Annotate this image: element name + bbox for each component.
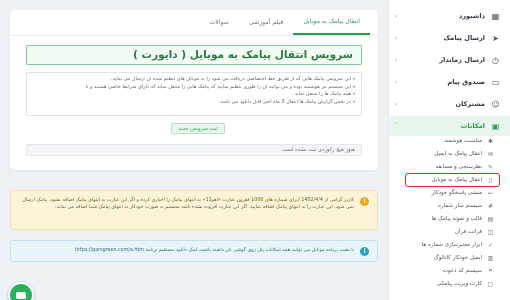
chat-button[interactable] [8,282,34,300]
chevron-left-icon: ‹ [395,78,398,86]
clock-icon: ◷ [492,55,499,65]
submenu-item-label: ابزار معتبرسازی شماره ها [421,242,482,248]
dashboard-icon: ▦ [491,11,500,21]
reply-icon: ↩ [487,189,494,197]
chevron-down-icon: ˇ [395,122,398,130]
warning-alert-text: کاربر گرامی از 1402/4/4 (برای شماره های … [22,198,354,211]
description-line: این سرویس پیامک هایی که از طریق خط اختصا… [33,76,355,84]
template-icon: ▤ [487,215,494,223]
asterisk-icon: ✱ [487,137,494,145]
tab-bar: انتقال پیامک به موبایل فیلم آموزشی سوالا… [10,10,378,36]
submenu-item-poll-contest[interactable]: ✎ نظرسنجی و مسابقه [389,161,510,173]
catalog-icon: ▥ [487,254,494,262]
sidebar-item-features[interactable]: ▣ امکانات ˇ [389,116,510,136]
sidebar-item-label: داشبورد [458,12,485,20]
submenu-item-templates[interactable]: ▤ قالب و نمونه پیامک ها [389,213,510,225]
description-line: این سیستم نیز هوشمند بوده و می توانید آن… [33,84,355,92]
submenu-item-label: انتقال پیامک به ایمیل [434,151,482,157]
sidebar: ▦ داشبورد ‹ ➤ ارسال پیامک ‹ ◷ ارسال زمان… [388,0,510,300]
inbox-icon: ▭ [491,77,500,87]
submenu-item-label: نظرسنجی و مسابقه [435,164,482,170]
sidebar-item-dashboard[interactable]: ▦ داشبورد ‹ [389,6,510,26]
submenu-item-label: کارت ویزیت پیامکی [436,281,482,287]
submenu-item-sms-business-card[interactable]: ▢ کارت ویزیت پیامکی [389,278,510,290]
sidebar-item-label: مشترکان [455,100,485,108]
card-icon: ▢ [487,280,494,288]
submenu-item-sms-to-mobile[interactable]: ▯ انتقال پیامک به موبایل [389,173,510,187]
submenu-item-smart-occasion[interactable]: ✱ مناسبت هوشمند [389,135,510,147]
features-icon: ▣ [491,121,500,131]
envelope-icon: ✉ [487,150,494,158]
submenu-item-label: سیستم کد دعوت [442,268,482,274]
hash-icon: # [487,202,494,210]
submenu-item-number-builder[interactable]: # سیستم ساز شماره [389,200,510,212]
empty-state-message: هنوز هیچ رکوردی ثبت نشده است. [26,144,362,156]
users-icon: ☺ [491,99,500,109]
description-line: در بخش گزارش پیامک ها انتقال 3 ماه اخیر … [33,99,355,107]
code-icon: ⌗ [488,267,493,274]
submenu-item-label: سیستم ساز شماره [438,203,482,209]
warning-icon: ! [360,197,369,206]
sidebar-item-label: ارسال زماندار [439,56,485,64]
tab-sms-to-mobile[interactable]: انتقال پیامک به موبایل [293,10,370,35]
chat-icon [16,291,26,299]
chevron-left-icon: ‹ [395,12,398,20]
warning-alert: ! کاربر گرامی از 1402/4/4 (برای شماره ها… [10,190,378,230]
sidebar-item-label: امکانات [460,122,485,130]
check-icon: ✓ [487,241,494,249]
tab-faq[interactable]: سوالات [199,10,238,35]
info-alert-text: با نصب برنامه موبایل می توانید همه امکان… [75,248,354,254]
chevron-left-icon: ‹ [395,56,398,64]
submenu-item-invite-code[interactable]: ⌗ سیستم کد دعوت [389,265,510,277]
chevron-left-icon: ‹ [395,100,398,108]
chevron-left-icon: ‹ [395,34,398,42]
submenu-item-label: مناسبت هوشمند [444,138,482,144]
send-icon: ➤ [492,33,499,43]
info-alert: i با نصب برنامه موبایل می توانید همه امک… [10,240,378,262]
submenu-item-quran[interactable]: ◫ قرائت قرآن [389,226,510,238]
submenu-item-label: منشی پاسخگو خودکار [431,190,482,196]
description-box: این سرویس پیامک هایی که از طریق خط اختصا… [26,72,362,116]
highlight-frame [405,173,500,187]
submenu-item-auto-catalog-email[interactable]: ▥ ایمیل خودکار کاتالوگ [389,252,510,264]
sidebar-item-subscribers[interactable]: ☺ مشترکان ‹ [389,94,510,114]
submenu-item-auto-responder[interactable]: ↩ منشی پاسخگو خودکار [389,187,510,199]
main-panel: انتقال پیامک به موبایل فیلم آموزشی سوالا… [10,10,378,170]
book-icon: ◫ [487,228,494,236]
sidebar-item-scheduled-send[interactable]: ◷ ارسال زماندار ‹ [389,50,510,70]
submenu-item-label: ایمیل خودکار کاتالوگ [433,255,482,261]
info-icon: i [360,246,369,256]
pencil-icon: ✎ [487,163,494,171]
submenu-item-number-validation[interactable]: ✓ ابزار معتبرسازی شماره ها [389,239,510,251]
sidebar-item-label: صندوق پیام [447,78,485,86]
description-line: همه پیامک ها را منتقل نماید . [33,91,355,99]
submenu-item-label: قرائت قرآن [454,229,482,235]
sidebar-item-label: ارسال پیامک [443,34,485,42]
sidebar-item-inbox[interactable]: ▭ صندوق پیام ‹ [389,72,510,92]
register-new-service-button[interactable]: ثبت سرویس جدید [171,123,225,134]
submenu-item-label: قالب و نمونه پیامک ها [431,216,482,222]
submenu-item-sms-to-email[interactable]: ✉ انتقال پیامک به ایمیل [389,148,510,160]
sidebar-item-send-sms[interactable]: ➤ ارسال پیامک ‹ [389,28,510,48]
tab-tutorial-video[interactable]: فیلم آموزشی [239,10,294,35]
service-title: سرویس انتقال پیامک به موبایل ( دایورت ) [26,45,362,65]
